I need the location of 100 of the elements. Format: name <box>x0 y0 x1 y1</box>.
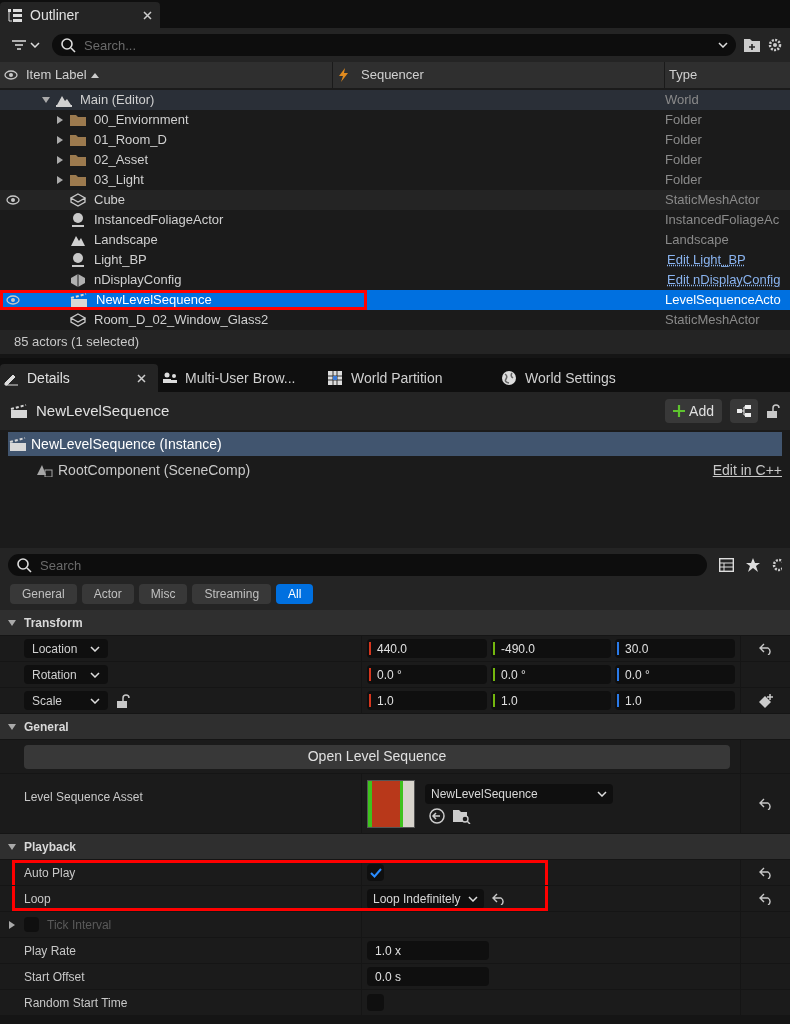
type-label: Folder <box>665 151 702 170</box>
outliner-row[interactable]: NewLevelSequence LevelSequenceActo <box>0 290 790 310</box>
edit-link[interactable]: Edit Light_BP <box>665 250 746 270</box>
type-label: Folder <box>665 131 702 150</box>
star-icon <box>746 558 760 572</box>
outliner-row[interactable]: Light_BP Edit Light_BP <box>0 250 790 270</box>
property-label: Play Rate <box>24 942 77 960</box>
outliner-row[interactable]: Room_D_02_Window_Glass2 StaticMeshActor <box>0 310 790 330</box>
number-field[interactable]: 1.0 <box>491 691 611 710</box>
filter-tab[interactable]: Streaming <box>192 584 272 604</box>
cube-icon <box>70 193 86 207</box>
unlocked-padlock-icon <box>116 693 130 708</box>
lightning-icon <box>337 68 349 82</box>
outliner-row[interactable]: InstancedFoliageActor InstancedFoliageAc <box>0 210 790 230</box>
expand-arrow-icon <box>8 920 16 929</box>
number-field[interactable]: 0.0 ° <box>615 665 735 684</box>
collapse-arrow-icon <box>8 842 16 851</box>
sort-ascending-icon <box>90 72 99 78</box>
panel-tab[interactable]: World Settings <box>478 364 638 392</box>
outliner-row[interactable]: Landscape Landscape <box>0 230 790 250</box>
reset-arrow-icon <box>492 892 507 905</box>
outliner-row[interactable]: 03_Light Folder <box>0 170 790 190</box>
item-label: 02_Asset <box>93 151 149 170</box>
property-label: Auto Play <box>24 864 76 882</box>
clapperboard-icon <box>10 404 28 418</box>
collapse-arrow-icon <box>8 722 16 731</box>
section-header[interactable]: Transform <box>0 610 790 636</box>
reset-arrow-icon <box>758 797 773 810</box>
collapse-arrow-icon <box>8 618 16 627</box>
eye-icon <box>6 295 20 305</box>
outliner-icon <box>8 8 22 22</box>
column-header[interactable]: Type <box>665 62 790 88</box>
add-button[interactable]: Add <box>665 399 722 423</box>
dropdown[interactable]: Location <box>24 639 108 658</box>
item-label: 01_Room_D <box>93 131 167 150</box>
outliner-row[interactable]: Main (Editor) World <box>0 90 790 110</box>
outliner-tab[interactable]: Outliner <box>0 2 160 28</box>
panel-tab[interactable]: World Partition <box>318 364 478 392</box>
chevron-down-icon <box>90 671 100 678</box>
panel-tab[interactable]: Details <box>0 364 158 392</box>
filter-tab[interactable]: General <box>10 584 77 604</box>
column-header[interactable]: Sequencer <box>361 65 424 85</box>
open-level-sequence-button[interactable]: Open Level Sequence <box>24 744 730 769</box>
outliner-row[interactable]: 01_Room_D Folder <box>0 130 790 150</box>
filter-icon <box>12 40 26 50</box>
outliner-row[interactable]: nDisplayConfig Edit nDisplayConfig <box>0 270 790 290</box>
users-icon <box>162 370 177 386</box>
folder-icon <box>70 134 86 146</box>
hierarchy-button[interactable] <box>730 399 758 423</box>
item-label: Light_BP <box>93 251 147 270</box>
filter-tab[interactable]: Misc <box>138 584 188 604</box>
status-text: 85 actors (1 selected) <box>0 330 790 354</box>
type-label: World <box>665 91 699 110</box>
property-label: Random Start Time <box>24 994 128 1012</box>
asset-thumbnail <box>367 779 415 828</box>
checkbox[interactable] <box>367 864 384 881</box>
item-label: nDisplayConfig <box>93 271 182 290</box>
column-header[interactable]: Item Label <box>26 65 99 85</box>
chevron-down-icon <box>90 645 100 652</box>
number-field[interactable]: 30.0 <box>615 639 735 658</box>
cube-icon <box>70 313 86 327</box>
expand-arrow-icon <box>56 156 64 164</box>
component-row[interactable]: NewLevelSequence (Instance) <box>8 432 782 456</box>
item-label: Room_D_02_Window_Glass2 <box>93 311 269 330</box>
item-label: Landscape <box>93 231 158 250</box>
search-icon <box>60 37 76 53</box>
edit-link[interactable]: Edit in C++ <box>712 459 782 481</box>
dropdown[interactable]: Scale <box>24 691 108 710</box>
number-field[interactable]: -490.0 <box>491 639 611 658</box>
number-field[interactable]: 1.0 <box>367 691 487 710</box>
table-icon <box>719 558 734 572</box>
dropdown[interactable]: Rotation <box>24 665 108 684</box>
panel-tab[interactable]: Multi-User Brow... <box>158 364 318 392</box>
outliner-row[interactable]: 02_Asset Folder <box>0 150 790 170</box>
reset-arrow-icon <box>758 642 773 655</box>
section-header[interactable]: Playback <box>0 834 790 860</box>
dropdown[interactable]: Loop Indefinitely <box>367 888 485 909</box>
component-row[interactable]: RootComponent (SceneComp) Edit in C++ <box>8 458 782 482</box>
number-field[interactable]: 1.0 <box>615 691 735 710</box>
section-header[interactable]: General <box>0 714 790 740</box>
number-field[interactable]: 1.0 x <box>367 941 489 960</box>
chevron-down-icon <box>718 42 728 48</box>
hierarchy-icon <box>737 405 751 417</box>
search-icon <box>16 557 32 573</box>
grid-icon <box>328 370 343 386</box>
number-field[interactable]: 0.0 s <box>367 967 489 986</box>
number-field[interactable]: 0.0 ° <box>491 665 611 684</box>
number-field[interactable]: 440.0 <box>367 639 487 658</box>
filter-tab[interactable]: Actor <box>81 584 134 604</box>
number-field[interactable]: 0.0 ° <box>367 665 487 684</box>
edit-link[interactable]: Edit nDisplayConfig <box>665 270 781 290</box>
collapse-arrow-icon <box>42 96 50 104</box>
scene-component-icon <box>36 463 54 477</box>
asset-dropdown[interactable]: NewLevelSequence <box>425 783 613 804</box>
folder-icon <box>70 154 86 166</box>
chevron-down-icon <box>468 895 479 902</box>
outliner-row[interactable]: 00_Enviornment Folder <box>0 110 790 130</box>
filter-tab[interactable]: All <box>276 584 314 604</box>
outliner-row[interactable]: Cube StaticMeshActor <box>0 190 790 210</box>
property-label: Loop <box>24 890 51 908</box>
